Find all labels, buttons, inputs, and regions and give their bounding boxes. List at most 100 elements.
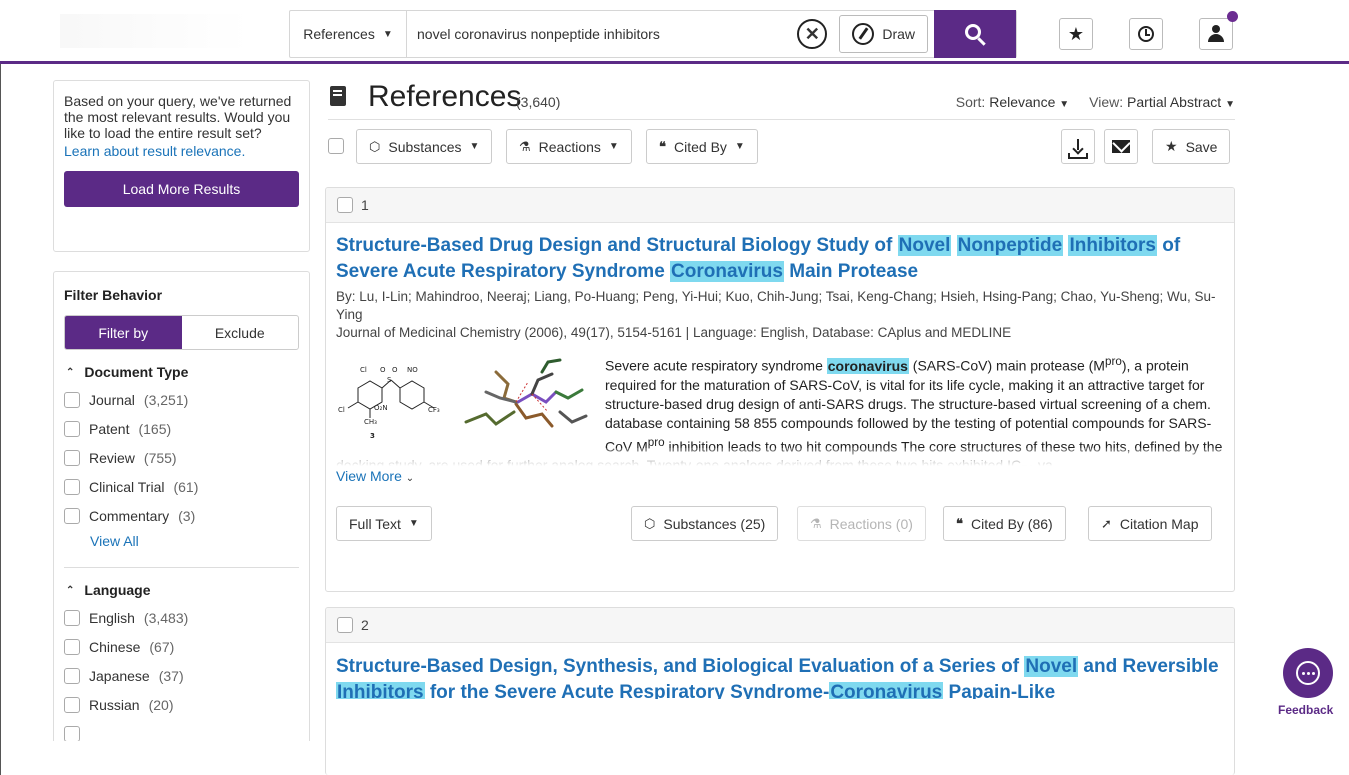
checkbox[interactable]: [64, 478, 80, 495]
download-button[interactable]: [1061, 129, 1095, 164]
clear-search-button[interactable]: ✕: [797, 19, 828, 49]
filter-item-chinese[interactable]: Chinese (67): [64, 632, 299, 661]
title-highlight: Coronavirus: [829, 682, 944, 699]
result-number: 2: [361, 617, 369, 633]
substances-button[interactable]: ⬡ Substances (25): [631, 506, 779, 541]
filter-item-patent[interactable]: Patent (165): [64, 414, 299, 443]
select-all-checkbox[interactable]: [328, 138, 344, 154]
title-text: Structure-Based Drug Design and Structur…: [336, 235, 898, 256]
checkbox[interactable]: [64, 609, 80, 626]
checkbox[interactable]: [64, 696, 80, 713]
save-button[interactable]: ★ Save: [1152, 129, 1231, 164]
top-bar: References ▼ ✕ Draw ★: [0, 0, 1349, 64]
result-authors: By: Lu, I-Lin; Mahindroo, Neeraj; Liang,…: [336, 289, 1216, 322]
email-icon: [1112, 140, 1130, 153]
chat-icon: [1296, 661, 1320, 685]
checkbox[interactable]: [64, 638, 80, 655]
filter-item-label: Journal: [89, 391, 135, 408]
filter-item-count: (3): [178, 507, 196, 524]
svg-text:O: O: [392, 366, 398, 374]
abstract-text: (SARS-CoV) main protease (M: [908, 357, 1105, 374]
flask-icon: ⚗: [519, 138, 531, 154]
result-checkbox[interactable]: [337, 617, 353, 633]
compass-icon: ➚: [1101, 515, 1112, 531]
document-type-header[interactable]: ⌃ Document Type: [64, 364, 299, 380]
cited-by-menu-button[interactable]: ❝ Cited By ▼: [646, 129, 758, 164]
sort-label: Sort:: [955, 94, 986, 110]
checkbox[interactable]: [64, 420, 80, 437]
language-label: Language: [84, 582, 151, 598]
result-card: 1 Structure-Based Drug Design and Struct…: [325, 187, 1235, 592]
cited-by-button[interactable]: ❝ Cited By (86): [943, 506, 1066, 541]
filter-item-japanese[interactable]: Japanese (37): [64, 661, 299, 690]
filter-item-journal[interactable]: Journal (3,251): [64, 385, 299, 414]
filter-item-label: Review: [89, 449, 135, 466]
language-list: English (3,483) Chinese (67) Japanese (37) …: [64, 603, 299, 741]
full-text-button[interactable]: Full Text ▼: [336, 506, 432, 541]
checkbox[interactable]: [64, 667, 80, 684]
history-button[interactable]: [1129, 18, 1163, 50]
abstract-sub: 50: [1021, 464, 1034, 466]
page-title: References: [368, 80, 522, 113]
result-actions: Full Text ▼ ⬡ Substances (25) ⚗ Reactions (…: [336, 496, 1224, 556]
search-input[interactable]: [407, 11, 798, 57]
title-text: [951, 235, 956, 256]
chevron-down-icon: ▼: [608, 141, 619, 152]
result-title-link[interactable]: Structure-Based Design, Synthesis, and B…: [336, 654, 1224, 699]
filter-by-option[interactable]: Filter by: [65, 316, 182, 349]
feedback-label[interactable]: Feedback: [1278, 703, 1333, 717]
result-checkbox[interactable]: [337, 197, 353, 213]
draw-icon: [852, 23, 875, 45]
filter-item-review[interactable]: Review (755): [64, 443, 299, 472]
reactions-menu-button[interactable]: ⚗ Reactions ▼: [506, 129, 632, 164]
filter-item-label: Commentary: [89, 507, 170, 524]
account-button[interactable]: [1199, 11, 1238, 50]
history-icon: [1138, 26, 1154, 42]
filter-item-commentary[interactable]: Commentary (3): [64, 501, 299, 530]
feedback-button[interactable]: [1283, 648, 1333, 698]
checkbox[interactable]: [64, 725, 80, 741]
full-text-label: Full Text: [349, 515, 401, 532]
citation-map-button[interactable]: ➚ Citation Map: [1088, 506, 1212, 541]
svg-text:Cl: Cl: [360, 366, 367, 374]
search-button[interactable]: [934, 10, 1016, 58]
filter-item-russian[interactable]: Russian (20): [64, 690, 299, 719]
filter-item-english[interactable]: English (3,483): [64, 603, 299, 632]
relevance-info-link[interactable]: Learn about result relevance.: [64, 143, 299, 159]
title-text: Main Protease: [783, 261, 919, 282]
checkbox[interactable]: [64, 507, 80, 524]
reactions-button[interactable]: ⚗ Reactions (0): [797, 506, 926, 541]
filter-item-partial[interactable]: [64, 719, 299, 741]
result-card-header: 1: [326, 188, 1234, 223]
abstract-figures[interactable]: Cl O O NO S Cl O₂N CF₃ CH₃ 3: [336, 352, 601, 446]
exclude-option[interactable]: Exclude: [182, 316, 299, 349]
logo[interactable]: [60, 14, 250, 48]
view-all-link[interactable]: View All: [64, 533, 299, 559]
view-more-label: View More: [336, 468, 402, 484]
protein-docking-image: [464, 358, 588, 428]
result-card-body: Structure-Based Drug Design and Structur…: [326, 223, 1234, 556]
substance-icon: ⬡: [369, 138, 381, 154]
email-button[interactable]: [1104, 129, 1138, 164]
svg-text:NO: NO: [407, 366, 418, 374]
filter-item-label: Chinese: [89, 638, 141, 655]
sort-dropdown[interactable]: Sort: Relevance ▼: [956, 94, 1069, 110]
favorites-button[interactable]: ★: [1059, 18, 1093, 50]
abstract-sup: pro: [1104, 355, 1122, 368]
checkbox[interactable]: [64, 449, 80, 466]
view-value: Partial Abstract: [1127, 94, 1222, 110]
filter-item-clinical-trial[interactable]: Clinical Trial (61): [64, 472, 299, 501]
substances-menu-button[interactable]: ⬡ Substances ▼: [356, 129, 493, 164]
chevron-down-icon: ▼: [469, 141, 480, 152]
view-more-link[interactable]: View More ⌄: [336, 468, 1224, 484]
search-type-dropdown[interactable]: References ▼: [290, 11, 407, 57]
checkbox[interactable]: [64, 391, 80, 408]
language-header[interactable]: ⌃ Language: [64, 582, 299, 598]
draw-button[interactable]: Draw: [839, 15, 928, 53]
load-more-button[interactable]: Load More Results: [64, 171, 299, 207]
title-text: Structure-Based Design, Synthesis, and B…: [336, 656, 1025, 677]
view-dropdown[interactable]: View: Partial Abstract ▼: [1089, 94, 1235, 110]
filter-item-label: Russian: [89, 696, 140, 713]
filter-item-label: Patent: [89, 420, 130, 437]
result-title-link[interactable]: Structure-Based Drug Design and Structur…: [336, 233, 1224, 285]
